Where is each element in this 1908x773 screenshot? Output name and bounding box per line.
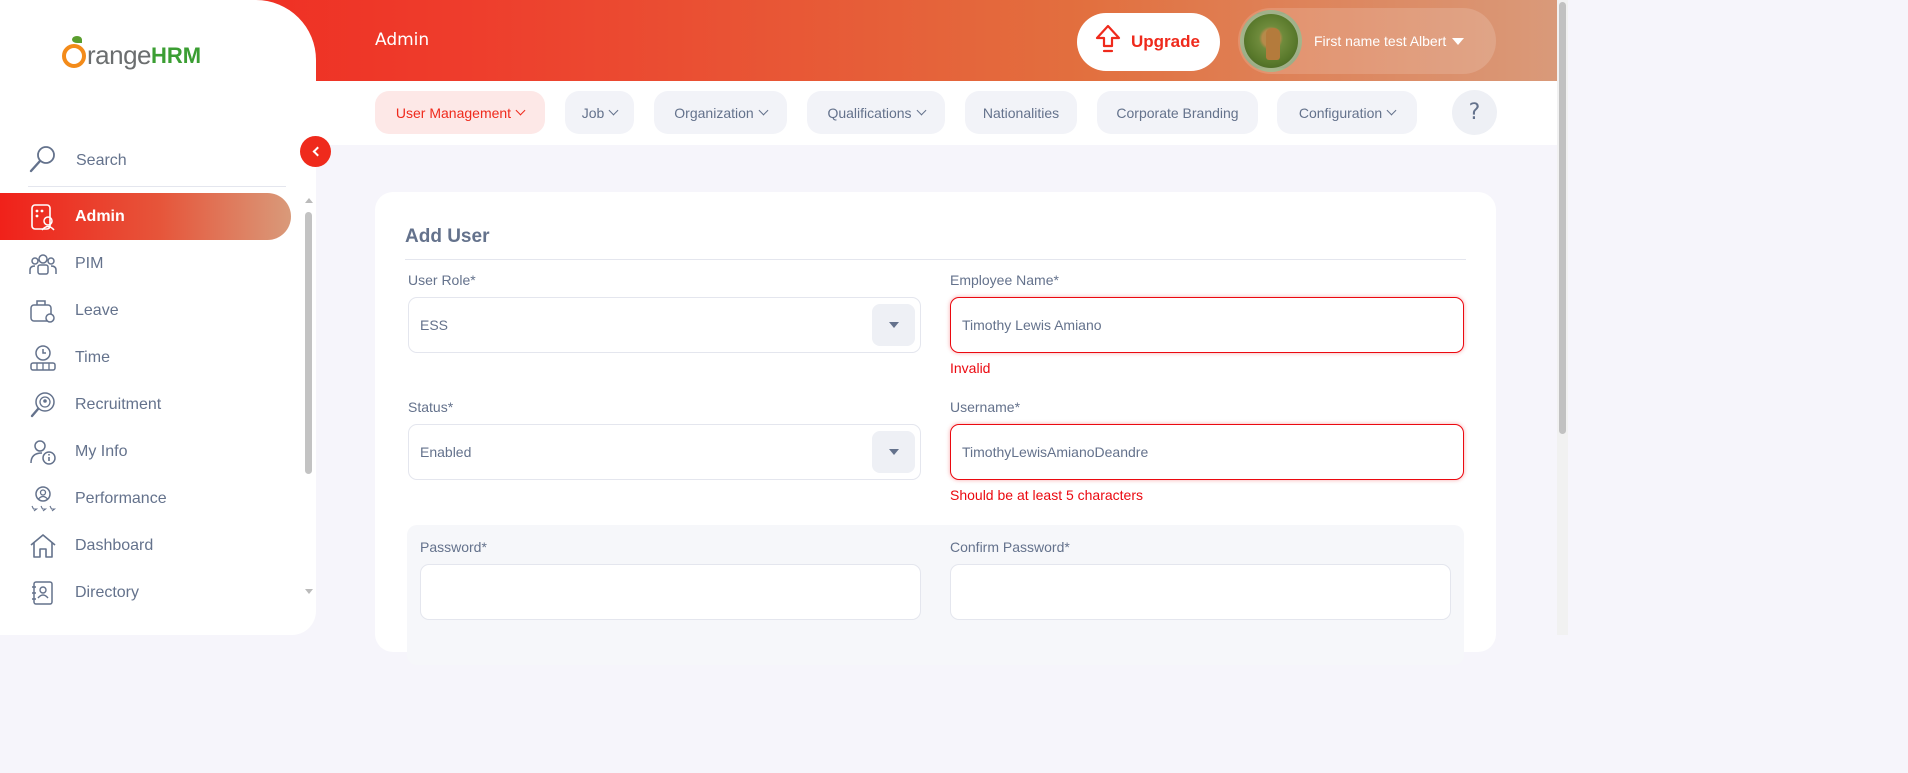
sidebar-scrollbar[interactable] (303, 196, 313, 596)
tab-job[interactable]: Job (565, 91, 634, 134)
admin-icon (28, 202, 58, 232)
username-input[interactable] (950, 424, 1464, 480)
page-scrollbar[interactable] (1557, 0, 1568, 635)
sidebar-item-label: Admin (75, 207, 125, 225)
caret-down-icon (1452, 37, 1465, 45)
tab-qualifications[interactable]: Qualifications (807, 91, 945, 134)
upgrade-button[interactable]: Upgrade (1077, 13, 1220, 71)
confirm-password-label: Confirm Password* (950, 539, 1070, 555)
performance-icon (28, 484, 58, 514)
sidebar-item-recruitment[interactable]: Recruitment (0, 381, 300, 428)
status-dropdown-button[interactable] (872, 431, 915, 473)
tab-corporate-branding[interactable]: Corporate Branding (1097, 91, 1258, 134)
sidebar: range HRM Search Admin PIM Leave Time Re… (0, 0, 316, 635)
orange-logo-icon (62, 35, 86, 68)
sidebar-menu: Admin PIM Leave Time Recruitment My Info… (0, 193, 300, 616)
sidebar-item-my-info[interactable]: My Info (0, 428, 300, 475)
user-name: First name test Albert (1314, 33, 1447, 49)
chevron-down-icon (916, 105, 926, 116)
sidebar-item-label: Performance (75, 489, 167, 507)
scroll-up-arrow-icon[interactable] (305, 198, 313, 203)
upgrade-arrow-icon (1095, 24, 1121, 60)
tab-label: Qualifications (827, 104, 912, 121)
page-title: Add User (405, 226, 490, 247)
tab-nationalities[interactable]: Nationalities (965, 91, 1077, 134)
sidebar-item-label: Dashboard (75, 536, 154, 554)
upgrade-label: Upgrade (1131, 32, 1200, 51)
employee-name-error: Invalid (950, 360, 991, 376)
chevron-left-icon (312, 146, 322, 157)
recruitment-icon (28, 390, 58, 420)
tab-organization[interactable]: Organization (654, 91, 787, 134)
sidebar-item-performance[interactable]: Performance (0, 475, 300, 522)
page-scroll-thumb[interactable] (1559, 2, 1566, 434)
tab-label: Corporate Branding (1116, 104, 1239, 121)
divider (405, 259, 1466, 260)
user-role-dropdown-button[interactable] (872, 304, 915, 346)
status-label: Status* (408, 399, 454, 415)
pim-icon (28, 249, 58, 279)
tab-label: Configuration (1298, 104, 1383, 121)
sidebar-collapse-button[interactable] (300, 136, 331, 167)
username-error: Should be at least 5 characters (950, 487, 1144, 503)
time-icon (28, 343, 58, 373)
tab-label: Organization (674, 104, 754, 121)
chevron-down-icon (1386, 105, 1397, 116)
logo-suffix: HRM (151, 42, 202, 68)
search-label: Search (76, 151, 127, 169)
sidebar-item-time[interactable]: Time (0, 334, 300, 381)
employee-name-label: Employee Name* (950, 272, 1059, 288)
sidebar-item-label: Leave (75, 301, 119, 319)
tab-label: Job (581, 104, 605, 121)
caret-down-icon (888, 449, 899, 455)
chevron-down-icon (758, 105, 769, 116)
status-value: Enabled (420, 444, 472, 460)
leave-icon (28, 296, 58, 326)
tab-label: User Management (395, 104, 512, 121)
dashboard-icon (28, 531, 58, 561)
sidebar-search[interactable]: Search (28, 135, 286, 187)
sidebar-item-label: Time (75, 348, 110, 366)
user-dropdown[interactable]: First name test Albert (1238, 8, 1496, 74)
tab-configuration[interactable]: Configuration (1277, 91, 1417, 134)
status-select[interactable]: Enabled (408, 424, 921, 480)
user-role-label: User Role* (408, 272, 476, 288)
tab-label: Nationalities (982, 104, 1060, 121)
password-input[interactable] (420, 564, 921, 620)
sidebar-item-label: Directory (75, 583, 140, 601)
chevron-down-icon (608, 105, 619, 116)
sidebar-item-label: My Info (75, 442, 128, 460)
tab-user-management[interactable]: User Management (375, 91, 545, 134)
user-role-value: ESS (420, 317, 449, 333)
scroll-down-arrow-icon[interactable] (305, 589, 313, 594)
sidebar-item-leave[interactable]: Leave (0, 287, 300, 334)
search-icon (28, 144, 58, 178)
add-user-card: Add User User Role* ESS Employee Name* I… (375, 192, 1496, 665)
module-title: Admin (375, 30, 430, 50)
my-info-icon (28, 437, 58, 467)
top-nav: User Management Job Organization Qualifi… (316, 81, 1558, 145)
orangehrm-logo: range HRM (62, 35, 202, 71)
caret-down-icon (888, 322, 899, 328)
directory-icon (28, 578, 58, 608)
help-button[interactable]: ? (1452, 90, 1497, 135)
confirm-password-input[interactable] (950, 564, 1451, 620)
password-label: Password* (420, 539, 487, 555)
logo-text: range (87, 40, 152, 70)
sidebar-item-directory[interactable]: Directory (0, 569, 300, 616)
sidebar-item-pim[interactable]: PIM (0, 240, 300, 287)
sidebar-scroll-thumb[interactable] (305, 212, 312, 474)
avatar (1240, 10, 1302, 72)
sidebar-item-label: Recruitment (75, 395, 162, 413)
employee-name-input[interactable] (950, 297, 1464, 353)
user-role-select[interactable]: ESS (408, 297, 921, 353)
chevron-down-icon (515, 105, 526, 116)
sidebar-item-dashboard[interactable]: Dashboard (0, 522, 300, 569)
username-label: Username* (950, 399, 1021, 415)
sidebar-item-admin[interactable]: Admin (0, 193, 291, 240)
sidebar-item-label: PIM (75, 254, 104, 272)
